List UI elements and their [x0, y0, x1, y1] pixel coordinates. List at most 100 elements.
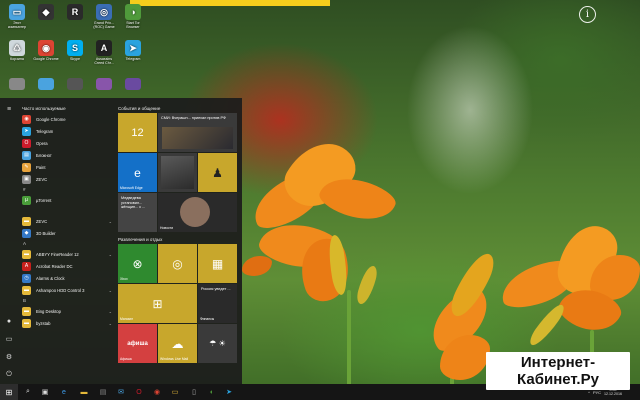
app-list-item[interactable]: µ µTorrent	[20, 194, 112, 206]
weather-icon: ☂ ☀	[209, 339, 226, 348]
tiles-group-entertainment: ⊗ Xbox ◎ ▦ ⊞ Магазин Россия уведет ... Ф…	[118, 244, 240, 364]
app-list-item[interactable]: ◷ Alarms & Clock	[20, 272, 112, 284]
search-icon[interactable]: ⌕	[21, 384, 35, 400]
computer-icon: ▭	[9, 4, 25, 20]
groove-tile[interactable]: ◎	[158, 244, 197, 283]
taskbar-app2-icon[interactable]: ▯	[187, 384, 201, 400]
russia-text: Россия уведет ...	[201, 287, 231, 291]
desktop-icon[interactable]: A Assassins Creed Chr...	[91, 40, 117, 65]
section-letter[interactable]: #	[20, 185, 112, 194]
news2-tile[interactable]: Медведева установил... жёнщин... к ...	[118, 193, 157, 232]
app-list-item[interactable]: ▬ ABBYY FineReader 12 ⌄	[20, 248, 112, 260]
explorer-icon[interactable]: ▭	[4, 334, 14, 344]
chrome-icon: ◉	[22, 114, 31, 124]
taskbar-edge-icon[interactable]: e	[57, 384, 71, 400]
all-apps: # µ µTorrent ▬ ZEVC ⌄ ◆ 3D Builder A ▬ ABBYY FineR…	[20, 185, 112, 329]
chrome-icon: ◉	[38, 40, 54, 56]
mail-label: Windows Live Mail	[160, 357, 189, 361]
app-list-item[interactable]: ▬ byzstab ⌄	[20, 317, 112, 329]
edge-tile[interactable]: e Microsoft Edge	[118, 153, 157, 192]
wallpaper-sunlight	[130, 0, 330, 6]
desktop-icon[interactable]: ◉ Google Chrome	[33, 40, 59, 61]
desktop-icon-partial[interactable]	[120, 78, 146, 91]
desktop-icon[interactable]: ◆	[33, 4, 59, 21]
desktop-icon[interactable]: R	[62, 4, 88, 21]
news-headline: СМИ: Вчерашн... приехал против РФ	[161, 116, 226, 120]
power-icon[interactable]: ⏻	[4, 370, 14, 380]
desktop-icon[interactable]: S Skype	[62, 40, 88, 61]
app-list-item[interactable]: O Opera	[20, 137, 112, 149]
taskbar-explorer-icon[interactable]: ▬	[77, 384, 91, 400]
taskbar-telegram-icon[interactable]: ➤	[222, 384, 236, 400]
news2-text: Медведева установил... жёнщин... к ...	[121, 196, 146, 209]
alarm-icon: ◷	[22, 273, 31, 283]
calendar-tile[interactable]: 12	[118, 113, 157, 152]
desktop-icon-partial[interactable]	[4, 78, 30, 91]
app-list-item[interactable]: ▣ ZEVC	[20, 173, 112, 185]
hamburger-icon[interactable]: ≡	[4, 104, 14, 114]
settings-icon[interactable]: ⚙	[4, 352, 14, 362]
game-tile[interactable]: ♟	[198, 153, 237, 192]
app-icon	[9, 78, 25, 90]
folder-icon: ▬	[22, 249, 31, 259]
taskbar-mail-icon[interactable]: ✉	[114, 384, 128, 400]
app-list-item[interactable]: ▤ Блокнот	[20, 149, 112, 161]
app-label: Alarms & Clock	[36, 275, 65, 281]
assassins-icon: A	[96, 40, 112, 56]
section-letter[interactable]: B	[20, 296, 112, 305]
weather-tile[interactable]: ☂ ☀	[198, 324, 237, 363]
info-icon[interactable]: i	[579, 6, 596, 23]
desktop-icon-partial[interactable]	[91, 78, 117, 91]
app-list-item[interactable]: ➤ Telegram	[20, 125, 112, 137]
app-list-item[interactable]: A Acrobat Reader DC	[20, 260, 112, 272]
store-tile[interactable]: ⊞ Магазин	[118, 284, 197, 323]
app-list-item[interactable]: ◉ Google Chrome	[20, 113, 112, 125]
photo-tile[interactable]	[158, 153, 197, 192]
tor-icon: ◑	[125, 4, 141, 20]
desktop-icon-partial[interactable]	[62, 78, 88, 91]
xbox-tile[interactable]: ⊗ Xbox	[118, 244, 157, 283]
taskbar-tor-icon[interactable]: ◐	[205, 384, 219, 400]
finance-tile[interactable]: Россия уведет ... Финансы	[198, 284, 237, 323]
desktop-icon[interactable]: ◎ Grand Prix... (ROC) Game	[91, 4, 117, 29]
desktop-icon[interactable]: ♺ Корзина	[4, 40, 30, 61]
desktop-icon[interactable]: ▭ Этот компьютер	[4, 4, 30, 29]
news-tile[interactable]: СМИ: Вчерашн... приехал против РФ	[158, 113, 237, 152]
desktop-icon[interactable]: ➤ Telegram	[120, 40, 146, 61]
desktop-icon-partial[interactable]	[33, 78, 59, 91]
desktop-icon-label: Google Chrome	[33, 57, 59, 61]
acrobat-icon: A	[22, 261, 31, 271]
taskbar-store-icon[interactable]: ▤	[96, 384, 110, 400]
calendar-day: 12	[131, 126, 144, 139]
app-list-item[interactable]: ▬ ZEVC ⌄	[20, 215, 112, 227]
user-icon[interactable]: ●	[4, 316, 14, 326]
section-letter[interactable]	[20, 206, 112, 215]
afisha-tile[interactable]: афиша Афиша	[118, 324, 157, 363]
news-photo-tile[interactable]: Новости	[158, 193, 237, 232]
desktop-icon[interactable]: ◑ Start Tor Browser	[120, 4, 146, 29]
frequent-apps: ◉ Google Chrome ➤ Telegram O Opera ▤ Блокнот ✎ Pa…	[20, 113, 112, 185]
app-label: byzstab	[36, 320, 51, 326]
app-label: ZEVC	[36, 176, 48, 182]
start-button[interactable]: ⊞	[0, 384, 18, 400]
frequent-apps-title: Часто используемые	[22, 106, 66, 111]
movies-tile[interactable]: ▦	[198, 244, 237, 283]
section-letter[interactable]: A	[20, 239, 112, 248]
taskbar-app-icon[interactable]: ▭	[168, 384, 182, 400]
app-list-item[interactable]: ▬ Bing Desktop ⌄	[20, 305, 112, 317]
mail-tile[interactable]: ☁ Windows Live Mail	[158, 324, 197, 363]
tray-chevron-icon[interactable]: ^	[588, 390, 590, 395]
desktop-icon-label: Start Tor Browser	[126, 21, 140, 29]
app-list-item[interactable]: ▬ Ashampoo HDD Control 3 ⌄	[20, 284, 112, 296]
telegram-icon: ➤	[125, 40, 141, 56]
app-list-item[interactable]: ✎ Paint	[20, 161, 112, 173]
app-list-item[interactable]: ◆ 3D Builder	[20, 227, 112, 239]
utorrent-icon: µ	[22, 195, 31, 205]
folder-icon: ▬	[22, 285, 31, 295]
film-icon: ▦	[211, 256, 224, 271]
taskbar-chrome-icon[interactable]: ◉	[150, 384, 164, 400]
task-view-icon[interactable]: ▣	[38, 384, 52, 400]
watermark-line1: Интернет-	[520, 354, 596, 371]
taskbar-opera-icon[interactable]: O	[132, 384, 146, 400]
tray-lang[interactable]: РУС	[593, 390, 601, 395]
